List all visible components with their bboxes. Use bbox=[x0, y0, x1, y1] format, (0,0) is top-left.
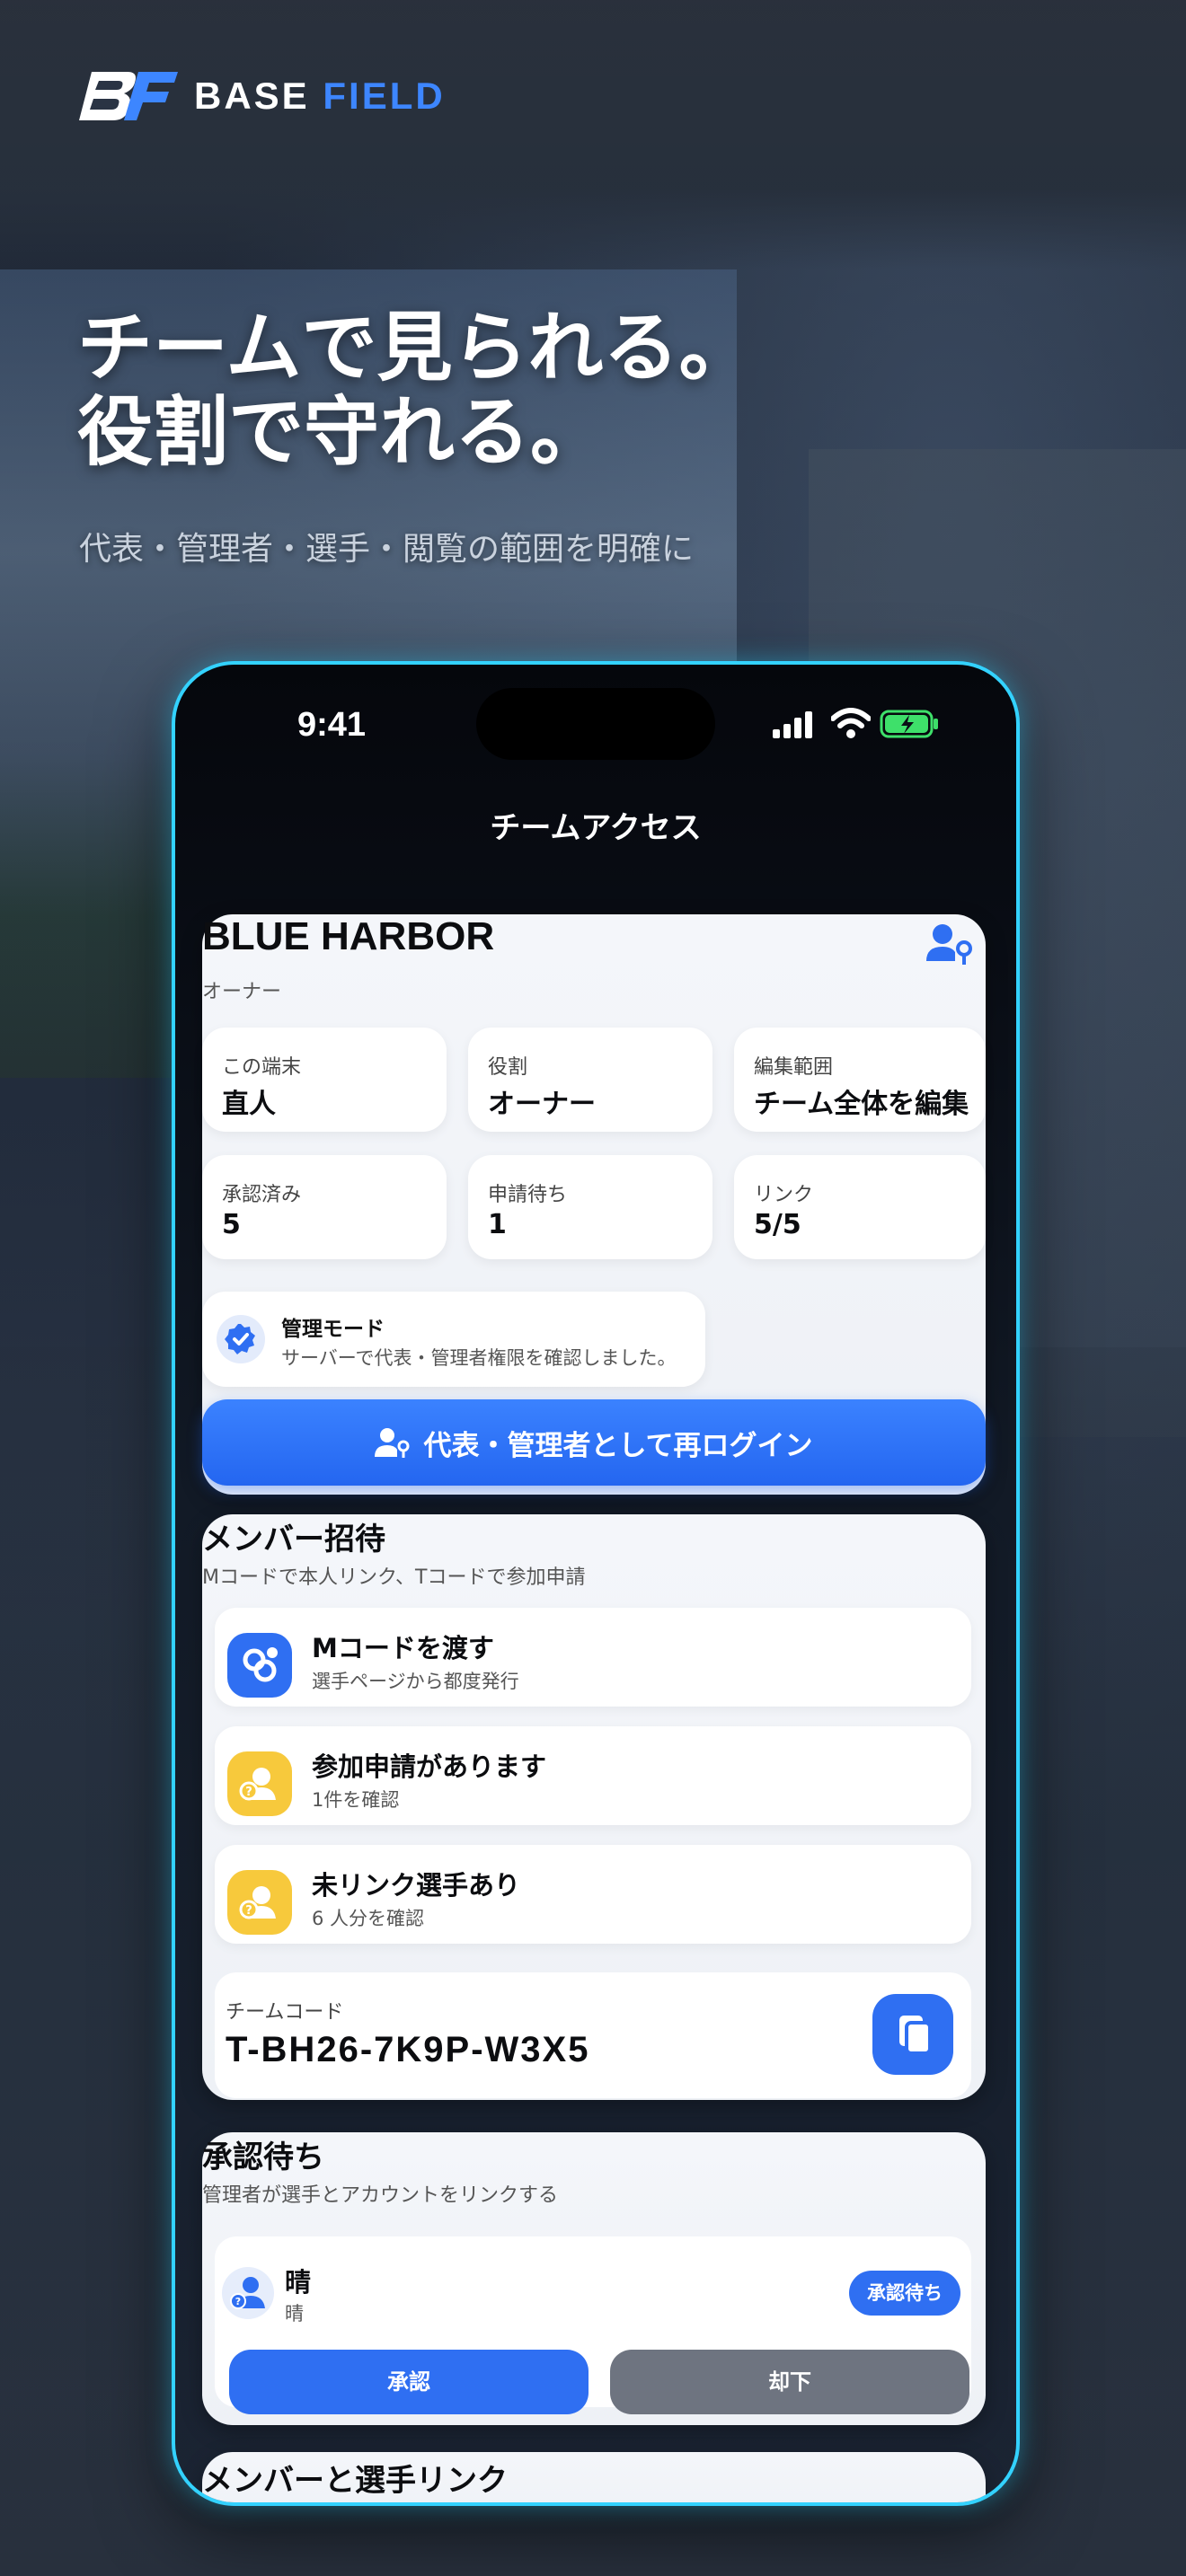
battery-charging-icon bbox=[880, 710, 938, 738]
tile-label: この端末 bbox=[222, 1056, 302, 1079]
team-name: BLUE HARBOR bbox=[202, 914, 495, 958]
tile-label: リンク bbox=[754, 1184, 814, 1206]
team-code-value: T-BH26-7K9P-W3X5 bbox=[226, 2030, 590, 2069]
copy-icon bbox=[899, 2016, 932, 2055]
headline-line-1: チームで見られる。 bbox=[77, 304, 755, 392]
team-code-label: チームコード bbox=[226, 2001, 344, 2024]
list-item-pass-m-code[interactable]: Mコードを渡す 選手ページから都度発行 bbox=[215, 1608, 971, 1707]
tile-role: 役割 オーナー bbox=[468, 1028, 712, 1132]
relogin-admin-button[interactable]: 代表・管理者として再ログイン bbox=[202, 1399, 986, 1486]
list-item-subtitle: 6 人分を確認 bbox=[312, 1908, 425, 1929]
pending-user-name: 晴 bbox=[285, 2267, 312, 2298]
team-code-row: チームコード T-BH26-7K9P-W3X5 bbox=[215, 1972, 971, 2098]
section-title: メンバーと選手リンク bbox=[202, 2463, 508, 2499]
team-summary-card: BLUE HARBOR オーナー この端末 直人 役割 オーナー 編集範囲 チー… bbox=[202, 914, 986, 1495]
admin-mode-indicator: 管理モード サーバーで代表・管理者権限を確認しました。 bbox=[202, 1292, 705, 1387]
list-item-unlinked-players[interactable]: ? 未リンク選手あり 6 人分を確認 bbox=[215, 1845, 971, 1944]
tile-requests: 申請待ち 1 bbox=[468, 1155, 712, 1259]
copy-team-code-button[interactable] bbox=[872, 1994, 953, 2075]
tile-label: 編集範囲 bbox=[754, 1056, 834, 1079]
headline: チームで見られる。 役割で守れる。 bbox=[77, 305, 754, 474]
headline-line-2: 役割で守れる。 bbox=[77, 388, 606, 477]
tile-label: 役割 bbox=[488, 1056, 528, 1079]
pending-request-row: ? 晴 晴 承認待ち 承認 却下 bbox=[215, 2236, 971, 2414]
section-subtitle: Mコードで本人リンク、Tコードで参加申請 bbox=[202, 1566, 586, 1589]
svg-text:?: ? bbox=[245, 1786, 252, 1799]
verified-badge-icon bbox=[217, 1315, 265, 1363]
brand-word-field: FIELD bbox=[323, 75, 446, 117]
tile-label: 申請待ち bbox=[488, 1184, 568, 1206]
cellular-signal-icon bbox=[773, 711, 812, 738]
status-time: 9:41 bbox=[297, 706, 367, 744]
tile-value: 直人 bbox=[222, 1089, 276, 1120]
brand-word-base: BASE bbox=[194, 75, 310, 117]
status-badge: 承認待ち bbox=[849, 2271, 960, 2316]
subheadline: 代表・管理者・選手・閲覧の範囲を明確に bbox=[79, 531, 695, 568]
link-icon bbox=[227, 1633, 292, 1698]
brand-logo: BASE FIELD bbox=[79, 68, 446, 124]
list-item-title: Mコードを渡す bbox=[312, 1633, 494, 1663]
pending-approval-card: 承認待ち 管理者が選手とアカウントをリンクする ? 晴 晴 承認待ち 承認 却下 bbox=[202, 2132, 986, 2425]
list-item-title: 参加申請があります bbox=[312, 1751, 547, 1782]
tile-value: 5 bbox=[222, 1209, 241, 1240]
tile-edit-scope: 編集範囲 チーム全体を編集 bbox=[734, 1028, 986, 1132]
brand-name: BASE FIELD bbox=[194, 75, 446, 118]
section-title: 承認待ち bbox=[202, 2139, 324, 2175]
list-item-subtitle: 選手ページから都度発行 bbox=[312, 1671, 519, 1692]
section-title: メンバー招待 bbox=[202, 1522, 385, 1557]
person-key-icon[interactable] bbox=[925, 922, 973, 966]
svg-text:?: ? bbox=[235, 2296, 241, 2307]
bf-logo-icon bbox=[79, 72, 178, 120]
tile-label: 承認済み bbox=[222, 1184, 302, 1206]
phone-frame: 9:41 チームアクセス BLUE HARBOR オーナー この端末 直人 役割… bbox=[172, 661, 1020, 2506]
tile-value: 1 bbox=[488, 1209, 507, 1240]
member-invite-card: メンバー招待 Mコードで本人リンク、Tコードで参加申請 Mコードを渡す 選手ペー… bbox=[202, 1514, 986, 2100]
reject-button[interactable]: 却下 bbox=[610, 2350, 969, 2414]
admin-mode-title: 管理モード bbox=[281, 1318, 385, 1341]
nav-title: チームアクセス bbox=[490, 810, 702, 846]
status-bar: 9:41 bbox=[175, 665, 1016, 772]
tile-value: 5/5 bbox=[754, 1209, 801, 1240]
tile-device: この端末 直人 bbox=[202, 1028, 447, 1132]
person-question-icon: ? bbox=[222, 2267, 274, 2319]
admin-mode-subtitle: サーバーで代表・管理者権限を確認しました。 bbox=[281, 1347, 677, 1369]
pending-user-sub: 晴 bbox=[285, 2303, 304, 2325]
section-subtitle: 管理者が選手とアカウントをリンクする bbox=[202, 2184, 559, 2207]
tile-approved: 承認済み 5 bbox=[202, 1155, 447, 1259]
list-item-join-requests[interactable]: ? 参加申請があります 1件を確認 bbox=[215, 1726, 971, 1825]
approve-button[interactable]: 承認 bbox=[229, 2350, 589, 2414]
relogin-button-label: 代表・管理者として再ログイン bbox=[423, 1429, 813, 1462]
person-question-icon: ? bbox=[227, 1751, 292, 1816]
tile-value: チーム全体を編集 bbox=[754, 1089, 969, 1120]
members-card: メンバーと選手リンク bbox=[202, 2452, 986, 2502]
team-role: オーナー bbox=[202, 981, 282, 1003]
person-question-icon: ? bbox=[227, 1870, 292, 1935]
list-item-subtitle: 1件を確認 bbox=[312, 1789, 400, 1811]
person-key-icon bbox=[375, 1428, 410, 1458]
svg-text:?: ? bbox=[245, 1904, 252, 1918]
list-item-title: 未リンク選手あり bbox=[312, 1870, 521, 1901]
tile-value: オーナー bbox=[488, 1089, 596, 1120]
dynamic-island bbox=[476, 688, 715, 760]
wifi-icon bbox=[831, 708, 871, 738]
tile-links: リンク 5/5 bbox=[734, 1155, 986, 1259]
